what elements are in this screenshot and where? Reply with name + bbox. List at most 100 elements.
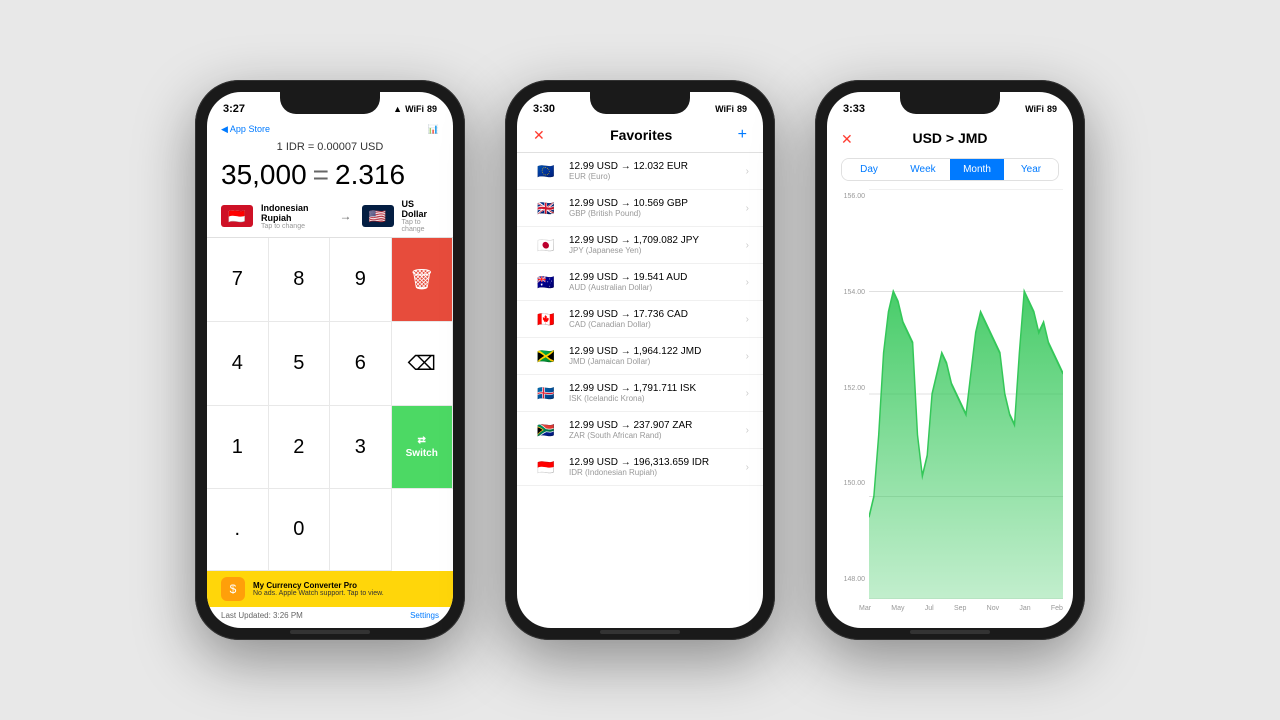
back-button[interactable]: ◀ App Store: [221, 124, 270, 135]
y-label-152: 152.00: [837, 385, 865, 392]
switch-button[interactable]: ⇄ Switch: [392, 406, 454, 489]
y-label-156: 156.00: [837, 193, 865, 200]
backspace-button[interactable]: ⌫: [392, 322, 454, 406]
chevron-right-icon-3: ›: [746, 240, 749, 251]
input-display: 35,000: [221, 159, 307, 191]
back-nav-1[interactable]: ◀ App Store 📊: [207, 122, 453, 139]
tab-week[interactable]: Week: [896, 159, 950, 180]
phone-1: 3:27 ▲ WiFi 89 ◀ App Store 📊 1 IDR = 0.0…: [195, 80, 465, 640]
key-9[interactable]: 9: [330, 238, 392, 322]
to-currency-info[interactable]: US Dollar Tap to change: [402, 199, 439, 233]
key-dot[interactable]: .: [207, 489, 269, 571]
chart-icon[interactable]: 📊: [428, 124, 439, 135]
zar-flag: 🇿🇦: [531, 420, 561, 440]
zar-label: ZAR (South African Rand): [569, 431, 738, 440]
isk-conversion: 12.99 USD → 1,791.711 ISK: [569, 383, 738, 394]
from-tap-label: Tap to change: [261, 223, 330, 230]
phone-1-screen: 3:27 ▲ WiFi 89 ◀ App Store 📊 1 IDR = 0.0…: [207, 92, 453, 628]
zar-text: 12.99 USD → 237.907 ZAR ZAR (South Afric…: [569, 420, 738, 440]
key-6[interactable]: 6: [330, 322, 392, 406]
eur-text: 12.99 USD → 12.032 EUR EUR (Euro): [569, 161, 738, 181]
switch-icon: ⇄: [418, 435, 426, 446]
chevron-right-icon-9: ›: [746, 462, 749, 473]
time-3: 3:33: [843, 103, 865, 115]
add-icon[interactable]: +: [738, 126, 747, 144]
x-label-mar: Mar: [859, 605, 871, 612]
chevron-right-icon-5: ›: [746, 314, 749, 325]
fav-item-jmd[interactable]: 🇯🇲 12.99 USD → 1,964.122 JMD JMD (Jamaic…: [517, 338, 763, 375]
cad-text: 12.99 USD → 17.736 CAD CAD (Canadian Dol…: [569, 309, 738, 329]
isk-text: 12.99 USD → 1,791.711 ISK ISK (Icelandic…: [569, 383, 738, 403]
time-period-tabs: Day Week Month Year: [841, 158, 1059, 181]
key-7[interactable]: 7: [207, 238, 269, 322]
banner-title: My Currency Converter Pro: [253, 581, 384, 590]
fav-item-cad[interactable]: 🇨🇦 12.99 USD → 17.736 CAD CAD (Canadian …: [517, 301, 763, 338]
jmd-text: 12.99 USD → 1,964.122 JMD JMD (Jamaican …: [569, 346, 738, 366]
status-icons-1: ▲ WiFi 89: [393, 104, 437, 114]
equals-sign: =: [313, 159, 329, 191]
keypad: 7 8 9 🗑 4 5 6 ⌫ 1 2 3 ⇄ Switch . 0: [207, 237, 453, 571]
to-flag: 🇺🇸: [362, 205, 394, 227]
bottom-bar-1: Last Updated: 3:26 PM Settings: [207, 607, 453, 628]
favorites-list: 🇪🇺 12.99 USD → 12.032 EUR EUR (Euro) › 🇬…: [517, 153, 763, 628]
aud-text: 12.99 USD → 19.541 AUD AUD (Australian D…: [569, 272, 738, 292]
fav-item-zar[interactable]: 🇿🇦 12.99 USD → 237.907 ZAR ZAR (South Af…: [517, 412, 763, 449]
y-label-154: 154.00: [837, 289, 865, 296]
fav-item-idr[interactable]: 🇮🇩 12.99 USD → 196,313.659 IDR IDR (Indo…: [517, 449, 763, 486]
promo-banner[interactable]: $ My Currency Converter Pro No ads. Appl…: [207, 571, 453, 607]
fav-item-eur[interactable]: 🇪🇺 12.99 USD → 12.032 EUR EUR (Euro) ›: [517, 153, 763, 190]
fav-item-isk[interactable]: 🇮🇸 12.99 USD → 1,791.711 ISK ISK (Icelan…: [517, 375, 763, 412]
tab-month[interactable]: Month: [950, 159, 1004, 180]
key-8[interactable]: 8: [269, 238, 331, 322]
fav-item-gbp[interactable]: 🇬🇧 12.99 USD → 10.569 GBP GBP (British P…: [517, 190, 763, 227]
isk-flag: 🇮🇸: [531, 383, 561, 403]
key-5[interactable]: 5: [269, 322, 331, 406]
notch-2: [590, 92, 690, 114]
isk-label: ISK (Icelandic Krona): [569, 394, 738, 403]
key-0[interactable]: 0: [269, 489, 331, 571]
phones-container: 3:27 ▲ WiFi 89 ◀ App Store 📊 1 IDR = 0.0…: [195, 80, 1085, 640]
chart-x-axis: Mar May Jul Sep Nov Jan Feb: [859, 603, 1063, 612]
status-icons-3: WiFi 89: [1025, 104, 1057, 114]
cad-conversion: 12.99 USD → 17.736 CAD: [569, 309, 738, 320]
y-label-150: 150.00: [837, 480, 865, 487]
gbp-conversion: 12.99 USD → 10.569 GBP: [569, 198, 738, 209]
key-2[interactable]: 2: [269, 406, 331, 489]
output-display: 2.316: [335, 159, 405, 191]
exchange-rate-title: 1 IDR = 0.00007 USD: [207, 139, 453, 155]
last-updated: Last Updated: 3:26 PM: [221, 611, 303, 620]
close-chart-icon[interactable]: ✕: [841, 131, 853, 148]
chart-svg: [869, 189, 1063, 599]
idr-flag: 🇮🇩: [531, 457, 561, 477]
key-1[interactable]: 1: [207, 406, 269, 489]
idr-label: IDR (Indonesian Rupiah): [569, 468, 738, 477]
x-label-feb: Feb: [1051, 605, 1063, 612]
eur-label: EUR (Euro): [569, 172, 738, 181]
chevron-right-icon-7: ›: [746, 388, 749, 399]
chevron-right-icon-4: ›: [746, 277, 749, 288]
fav-item-aud[interactable]: 🇦🇺 12.99 USD → 19.541 AUD AUD (Australia…: [517, 264, 763, 301]
aud-conversion: 12.99 USD → 19.541 AUD: [569, 272, 738, 283]
phone-3: 3:33 WiFi 89 ✕ USD > JMD Day Week Month …: [815, 80, 1085, 640]
key-3[interactable]: 3: [330, 406, 392, 489]
x-label-jul: Jul: [925, 605, 934, 612]
zar-conversion: 12.99 USD → 237.907 ZAR: [569, 420, 738, 431]
to-tap-label: Tap to change: [402, 219, 439, 233]
banner-text-area: My Currency Converter Pro No ads. Apple …: [253, 581, 384, 597]
settings-link[interactable]: Settings: [410, 611, 439, 620]
fav-item-jpy[interactable]: 🇯🇵 12.99 USD → 1,709.082 JPY JPY (Japane…: [517, 227, 763, 264]
gbp-flag: 🇬🇧: [531, 198, 561, 218]
chart-plot: [869, 189, 1063, 599]
time-2: 3:30: [533, 103, 555, 115]
key-4[interactable]: 4: [207, 322, 269, 406]
x-label-may: May: [891, 605, 904, 612]
jmd-label: JMD (Jamaican Dollar): [569, 357, 738, 366]
tab-day[interactable]: Day: [842, 159, 896, 180]
status-icons-2: WiFi 89: [715, 104, 747, 114]
delete-button[interactable]: 🗑: [392, 238, 454, 322]
from-currency-info[interactable]: Indonesian Rupiah Tap to change: [261, 203, 330, 230]
to-currency-name: US Dollar: [402, 199, 439, 219]
close-icon[interactable]: ✕: [533, 127, 545, 144]
tab-year[interactable]: Year: [1004, 159, 1058, 180]
chevron-right-icon-2: ›: [746, 203, 749, 214]
